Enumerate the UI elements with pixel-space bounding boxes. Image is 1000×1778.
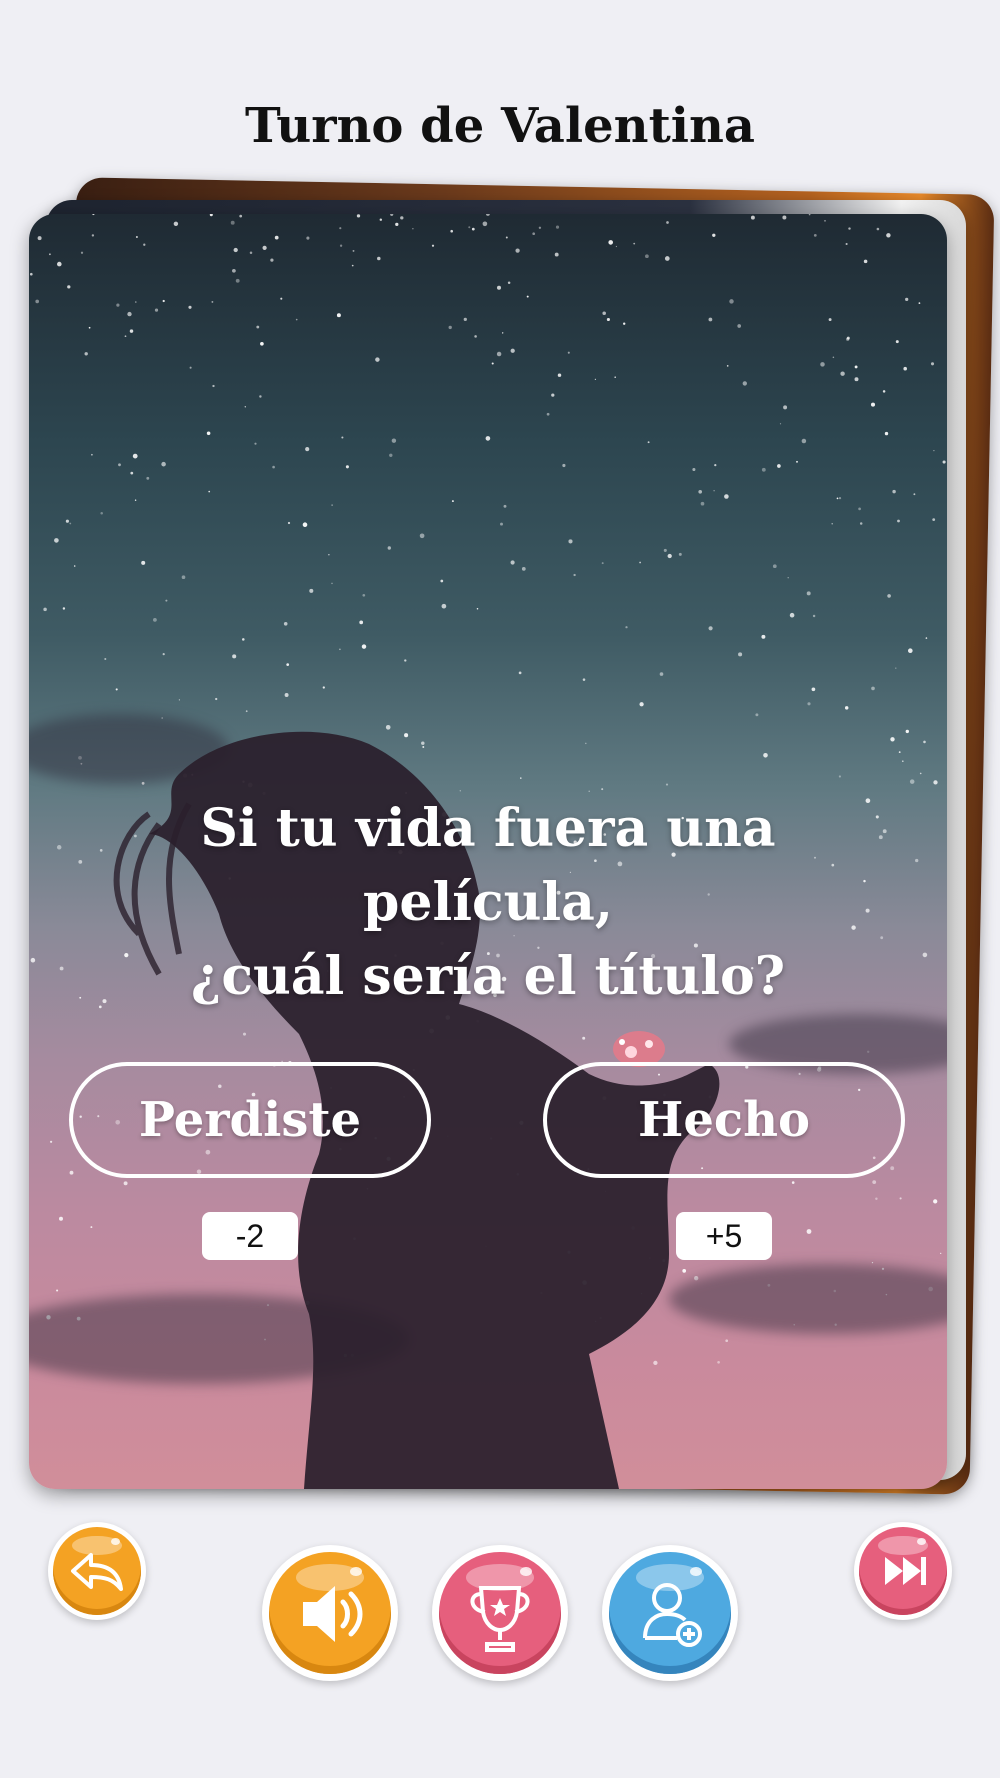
undo-arrow-icon [71, 1553, 123, 1591]
add-user-icon [643, 1583, 702, 1647]
done-points-badge: +5 [676, 1212, 772, 1260]
speaker-icon [303, 1586, 363, 1642]
back-button[interactable] [48, 1522, 146, 1620]
question-line-1: Si tu vida fuera una película, [200, 798, 776, 933]
lost-points-badge: -2 [202, 1212, 298, 1260]
question-card: Si tu vida fuera una película, ¿cuál ser… [29, 214, 947, 1489]
lost-button[interactable]: Perdiste [69, 1062, 431, 1178]
question-line-2: ¿cuál sería el título? [190, 946, 786, 1007]
done-button[interactable]: Hecho [543, 1062, 905, 1178]
sound-button[interactable] [262, 1545, 398, 1681]
fast-forward-icon [885, 1557, 926, 1585]
question-text: Si tu vida fuera una película, ¿cuál ser… [69, 792, 907, 1014]
page-title: Turno de Valentina [245, 98, 755, 154]
ranking-button[interactable] [432, 1545, 568, 1681]
skip-button[interactable] [854, 1522, 952, 1620]
add-player-button[interactable] [602, 1545, 738, 1681]
trophy-icon [470, 1586, 530, 1652]
